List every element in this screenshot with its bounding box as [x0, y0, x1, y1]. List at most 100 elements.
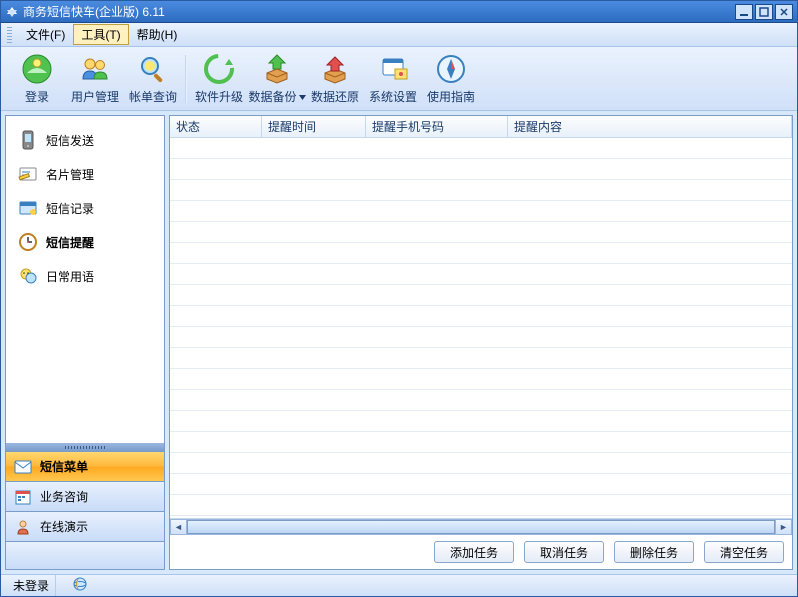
sidebar-item-label: 短信发送	[46, 132, 94, 149]
app-icon	[5, 5, 19, 19]
grid-header: 状态 提醒时间 提醒手机号码 提醒内容	[170, 116, 792, 138]
toolbar-data-restore-label: 数据还原	[311, 88, 359, 105]
menu-file[interactable]: 文件(F)	[18, 24, 73, 45]
add-task-button[interactable]: 添加任务	[434, 541, 514, 563]
envelope-icon	[14, 458, 32, 476]
toolbar-system-settings-label: 系统设置	[369, 88, 417, 105]
window-buttons	[735, 4, 793, 20]
sidebar-item-common-phrases[interactable]: 日常用语	[10, 260, 160, 292]
sidebar-splitter[interactable]	[6, 443, 164, 451]
clear-tasks-button[interactable]: 清空任务	[704, 541, 784, 563]
table-row	[170, 159, 792, 180]
toolbar-data-restore[interactable]: 数据还原	[307, 51, 363, 107]
sidebar-tab-label: 短信菜单	[40, 458, 88, 475]
menu-tools[interactable]: 工具(T)	[73, 24, 128, 45]
toolbar-system-settings[interactable]: 系统设置	[365, 51, 421, 107]
scroll-left-icon[interactable]: ◄	[170, 519, 187, 535]
column-header-remind-content[interactable]: 提醒内容	[508, 116, 792, 137]
toolbar-usage-guide[interactable]: 使用指南	[423, 51, 479, 107]
scroll-right-icon[interactable]: ►	[775, 519, 792, 535]
table-row	[170, 411, 792, 432]
sidebar-item-label: 日常用语	[46, 268, 94, 285]
column-header-remind-phone[interactable]: 提醒手机号码	[366, 116, 508, 137]
horizontal-scrollbar[interactable]: ◄ ►	[170, 518, 792, 535]
menubar: 文件(F) 工具(T) 帮助(H)	[1, 23, 797, 47]
dropdown-icon	[299, 90, 306, 97]
sidebar-tab-business-consult[interactable]: 业务咨询	[6, 481, 164, 511]
titlebar: 商务短信快车(企业版) 6.11	[1, 1, 797, 23]
delete-task-button[interactable]: 删除任务	[614, 541, 694, 563]
table-row	[170, 180, 792, 201]
sidebar-item-sms-send[interactable]: 短信发送	[10, 124, 160, 156]
login-icon	[21, 53, 53, 85]
scroll-thumb[interactable]	[187, 520, 775, 534]
table-row	[170, 495, 792, 516]
sidebar-item-label: 短信记录	[46, 200, 94, 217]
table-row	[170, 306, 792, 327]
table-row	[170, 453, 792, 474]
column-header-status[interactable]: 状态	[170, 116, 262, 137]
cancel-task-button[interactable]: 取消任务	[524, 541, 604, 563]
table-row	[170, 432, 792, 453]
chat-icon	[18, 266, 38, 286]
backup-icon	[261, 53, 293, 85]
sidebar-list: 短信发送 名片管理 短信记录 短信提醒 日常用语	[6, 116, 164, 443]
table-row	[170, 222, 792, 243]
menu-help[interactable]: 帮助(H)	[129, 24, 186, 45]
maximize-button[interactable]	[755, 4, 773, 20]
status-login-state: 未登录	[7, 575, 56, 596]
window-title: 商务短信快车(企业版) 6.11	[23, 3, 735, 20]
sidebar-tab-label: 业务咨询	[40, 488, 88, 505]
sidebar-item-label: 短信提醒	[46, 234, 94, 251]
restore-icon	[319, 53, 351, 85]
toolbar-login-label: 登录	[25, 88, 49, 105]
table-row	[170, 285, 792, 306]
sidebar-tab-online-demo[interactable]: 在线演示	[6, 511, 164, 541]
menubar-grip	[7, 27, 12, 43]
card-icon	[18, 164, 38, 184]
sidebar-item-label: 名片管理	[46, 166, 94, 183]
table-row	[170, 348, 792, 369]
record-icon	[18, 198, 38, 218]
toolbar-data-backup[interactable]: 数据备份	[249, 51, 305, 107]
toolbar-bill-query[interactable]: 帐单查询	[125, 51, 181, 107]
sidebar-tab-label: 在线演示	[40, 518, 88, 535]
table-row	[170, 264, 792, 285]
app-window: 商务短信快车(企业版) 6.11 文件(F) 工具(T) 帮助(H) 登录 用户…	[0, 0, 798, 597]
sidebar-item-sms-record[interactable]: 短信记录	[10, 192, 160, 224]
toolbar: 登录 用户管理 帐单查询 软件升级 数据备份 数据还原 系统设置 使	[1, 47, 797, 111]
table-row	[170, 369, 792, 390]
toolbar-login[interactable]: 登录	[9, 51, 65, 107]
main-panel: 状态 提醒时间 提醒手机号码 提醒内容	[169, 115, 793, 570]
sidebar-bottom	[6, 541, 164, 569]
toolbar-user-mgmt-label: 用户管理	[71, 88, 119, 105]
grid-body[interactable]	[170, 138, 792, 518]
body-area: 短信发送 名片管理 短信记录 短信提醒 日常用语	[1, 111, 797, 574]
toolbar-separator	[185, 55, 187, 103]
person-icon	[14, 518, 32, 536]
compass-icon	[435, 53, 467, 85]
column-header-remind-time[interactable]: 提醒时间	[262, 116, 366, 137]
minimize-button[interactable]	[735, 4, 753, 20]
sidebar: 短信发送 名片管理 短信记录 短信提醒 日常用语	[5, 115, 165, 570]
toolbar-software-upgrade[interactable]: 软件升级	[191, 51, 247, 107]
upgrade-icon	[203, 53, 235, 85]
search-icon	[137, 53, 169, 85]
table-row	[170, 138, 792, 159]
scroll-track[interactable]	[187, 519, 775, 535]
close-button[interactable]	[775, 4, 793, 20]
table-row	[170, 390, 792, 411]
toolbar-software-upgrade-label: 软件升级	[195, 88, 243, 105]
table-row	[170, 474, 792, 495]
status-login-label: 未登录	[13, 577, 49, 594]
settings-icon	[377, 53, 409, 85]
status-icon-segment	[66, 575, 94, 596]
sidebar-item-sms-remind[interactable]: 短信提醒	[10, 226, 160, 258]
toolbar-data-backup-label: 数据备份	[249, 88, 306, 105]
toolbar-user-mgmt[interactable]: 用户管理	[67, 51, 123, 107]
status-globe-icon	[72, 576, 88, 595]
phone-icon	[18, 130, 38, 150]
table-row	[170, 243, 792, 264]
sidebar-item-card-mgmt[interactable]: 名片管理	[10, 158, 160, 190]
sidebar-tab-sms-menu[interactable]: 短信菜单	[6, 451, 164, 481]
